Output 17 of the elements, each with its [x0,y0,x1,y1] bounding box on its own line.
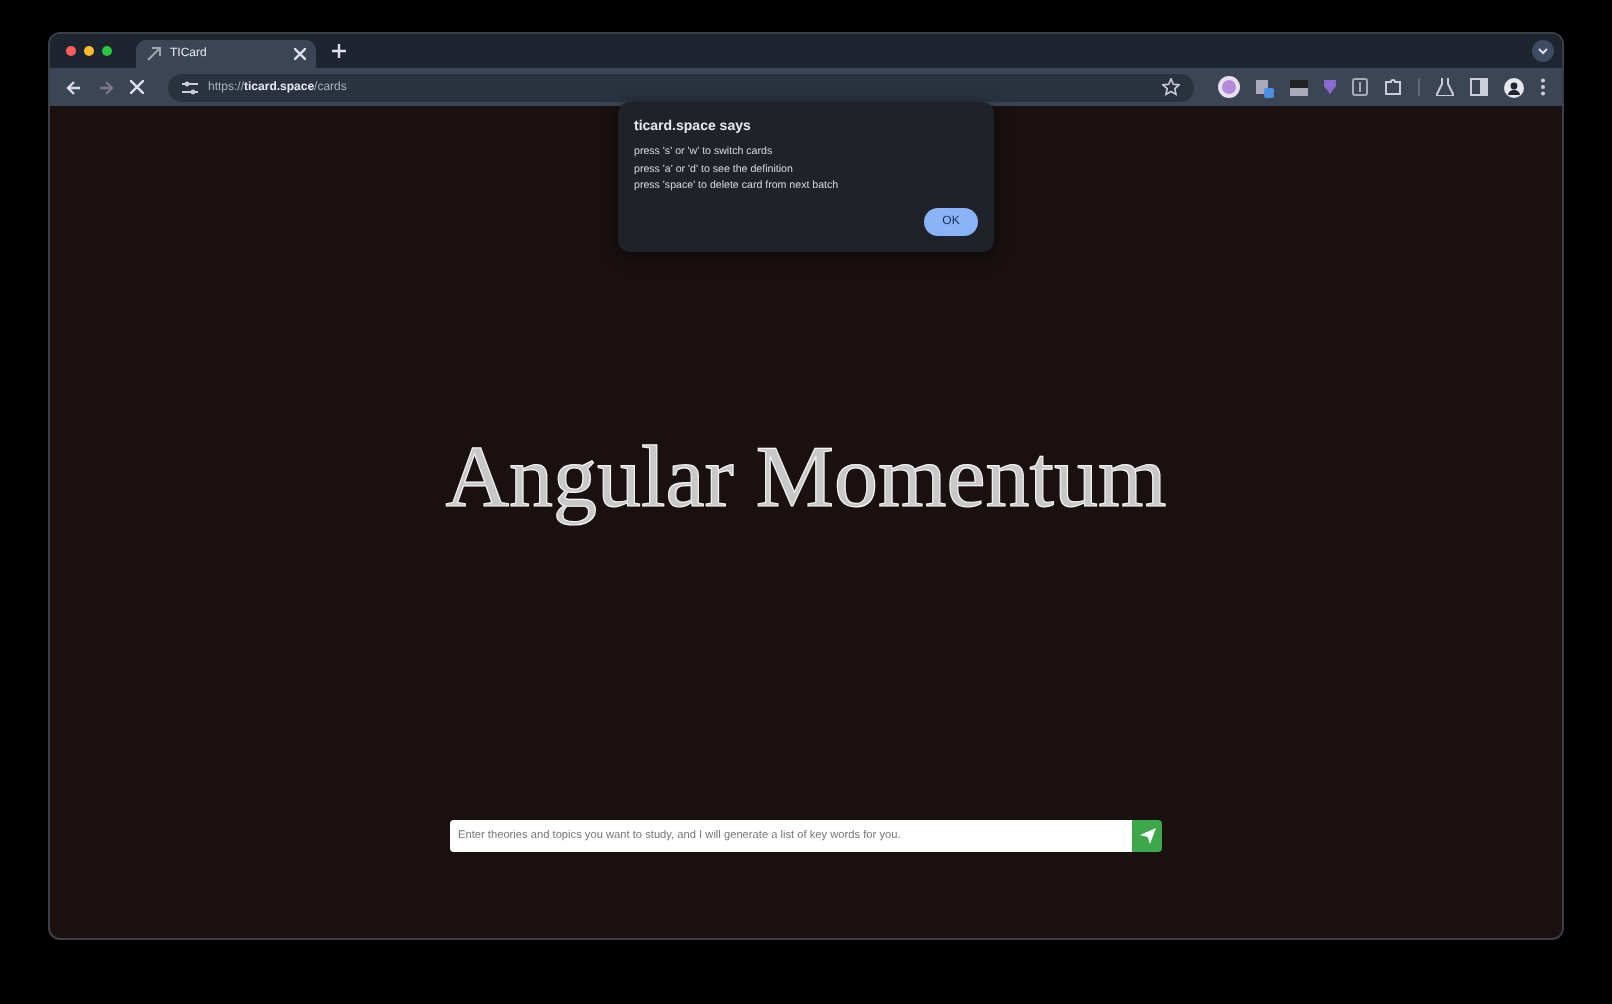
new-tab-icon[interactable] [332,44,346,58]
close-icon[interactable] [294,48,306,60]
send-button[interactable] [1132,820,1162,852]
site-settings-icon[interactable] [182,79,198,95]
maximize-window-icon[interactable] [102,46,112,56]
bookmark-star-icon[interactable] [1162,78,1180,96]
menu-icon[interactable] [1540,78,1546,96]
side-panel-icon[interactable] [1470,78,1488,96]
profile-icon[interactable] [1504,77,1524,97]
tab-search-icon[interactable] [1532,40,1554,62]
send-icon [1139,828,1155,844]
back-icon[interactable] [66,79,82,95]
close-window-icon[interactable] [66,46,76,56]
stop-icon[interactable] [130,80,144,94]
card-term: Angular Momentum [445,426,1167,528]
flask-icon[interactable] [1436,78,1454,96]
minimize-window-icon[interactable] [84,46,94,56]
